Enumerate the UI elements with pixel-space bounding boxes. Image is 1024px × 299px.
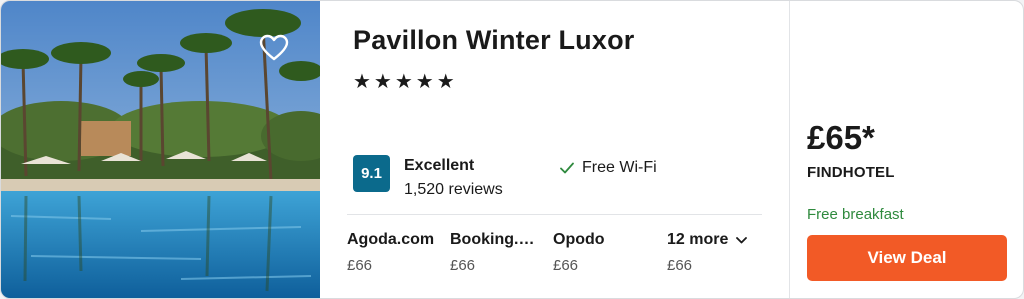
offer-provider: FINDHOTEL — [807, 164, 895, 181]
provider-name: Agoda.com — [347, 231, 435, 248]
provider-option[interactable]: Booking.… £66 — [450, 231, 546, 274]
provider-price: £66 — [347, 257, 373, 274]
offer-price: £65* — [807, 119, 875, 156]
rating-score-badge: 9.1 — [353, 155, 390, 192]
hotel-photo[interactable] — [1, 1, 320, 298]
offer-perk: Free breakfast — [807, 206, 904, 223]
more-providers-label: 12 more — [667, 231, 729, 248]
provider-option[interactable]: Agoda.com £66 — [347, 231, 443, 274]
provider-option[interactable]: Opodo £66 — [553, 231, 649, 274]
hotel-details: Pavillon Winter Luxor ★★★★★ 9.1 Excellen… — [320, 1, 789, 298]
provider-price: £66 — [553, 257, 579, 274]
best-offer: £65* FINDHOTEL Free breakfast View Deal — [790, 1, 1023, 298]
amenity-label: Free Wi-Fi — [582, 159, 657, 176]
hotel-name[interactable]: Pavillon Winter Luxor — [353, 25, 635, 56]
favorite-button[interactable] — [255, 29, 293, 67]
provider-name: Opodo — [553, 231, 605, 248]
heart-icon — [259, 34, 289, 61]
more-providers-toggle[interactable]: 12 more £66 — [667, 231, 763, 274]
chevron-down-icon — [736, 236, 748, 243]
provider-price: £66 — [450, 257, 476, 274]
check-icon — [560, 162, 574, 174]
hotel-result-card: Pavillon Winter Luxor ★★★★★ 9.1 Excellen… — [0, 0, 1024, 299]
star-rating: ★★★★★ — [353, 71, 458, 93]
review-count[interactable]: 1,520 reviews — [404, 181, 503, 199]
provider-price: £66 — [667, 257, 693, 274]
amenity-wifi: Free Wi-Fi — [560, 159, 657, 177]
divider — [347, 214, 762, 215]
rating-label: Excellent — [404, 157, 475, 174]
view-deal-button[interactable]: View Deal — [807, 235, 1007, 281]
provider-name: Booking.… — [450, 231, 535, 248]
